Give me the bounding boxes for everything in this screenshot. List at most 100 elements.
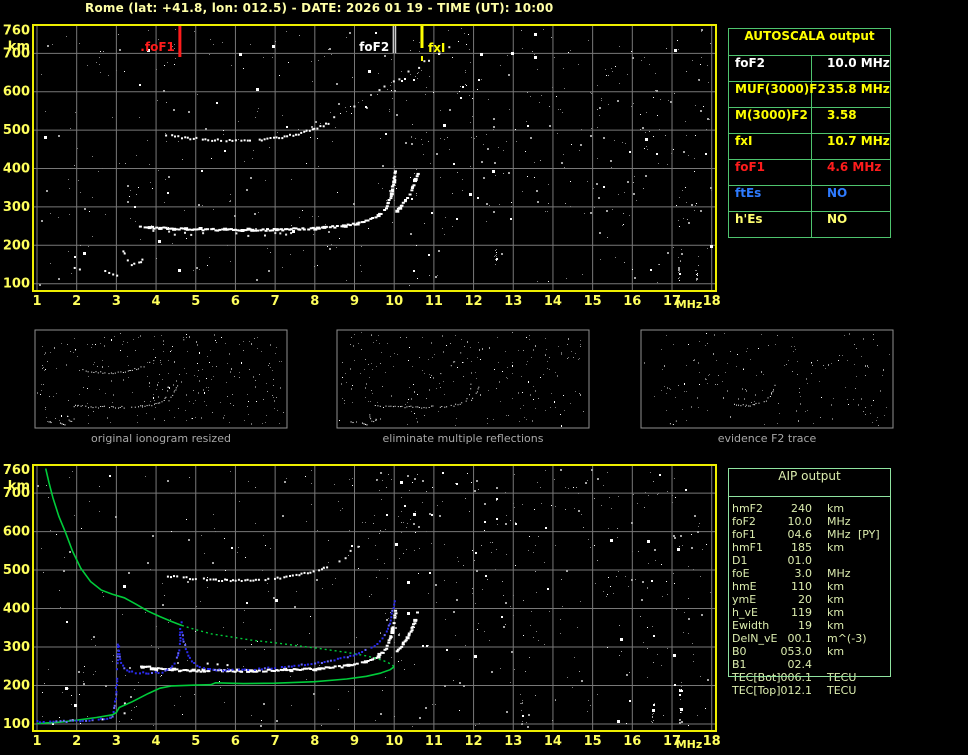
aip-row-B1: B1 02.4 xyxy=(732,658,892,671)
noise-speckle xyxy=(39,28,713,286)
aip-param-value: 240 xyxy=(791,502,812,515)
marker-foF1: .foF1 xyxy=(140,26,182,57)
x-tick-label: 9 xyxy=(350,294,359,309)
aip-param-unit: km xyxy=(827,606,845,619)
aip-row-D1: D1 01.0 xyxy=(732,554,892,567)
x-tick-label: 4 xyxy=(152,294,161,309)
aip-row-foF2: foF2 10.0 MHz xyxy=(732,515,892,528)
autoscala-output-table: AUTOSCALA output foF2 10.0 MHz MUF(3000)F2… xyxy=(728,28,891,238)
aip-param-label: B1 xyxy=(732,658,747,671)
parameter-value: NO xyxy=(827,186,848,200)
profile-topside-dotted xyxy=(181,624,395,668)
aip-row-Ewidth: Ewidth 19 km xyxy=(732,619,892,632)
aip-output-rows: hmF2 240 km foF2 10.0 MHz foF1 04.6 MHz [PY] hmF1 1… xyxy=(732,502,892,697)
aip-param-value: 02.4 xyxy=(787,658,813,671)
x-tick-label: 1 xyxy=(32,734,41,749)
aip-row-foE: foE 3.0 MHz xyxy=(732,567,892,580)
aip-row-B0: B0 053.0 km xyxy=(732,645,892,658)
aip-param-label: foF2 xyxy=(732,515,756,528)
axis-labels: 1 2 3 4 5 6 7 8 9 10 11 12 13 14 15 16 17 18MHz7607006005… xyxy=(3,23,721,311)
e-region-hook xyxy=(122,250,144,267)
x-tick-label: 5 xyxy=(191,734,200,749)
y-tick-label: 600 xyxy=(3,85,30,100)
x-tick-label: 8 xyxy=(310,734,319,749)
autoscala-row-foF2: foF2 10.0 MHz xyxy=(729,56,890,82)
aip-param-unit: km xyxy=(827,645,845,658)
aip-box-bottom-border xyxy=(728,676,891,677)
aip-row-hmF2: hmF2 240 km xyxy=(732,502,892,515)
f-bits xyxy=(206,662,229,667)
y-tick-label: 200 xyxy=(3,679,30,694)
x-tick-label: 15 xyxy=(584,294,602,309)
autoscala-table-rows: foF2 10.0 MHz MUF(3000)F2 35.8 MHz M(3000)F2… xyxy=(729,56,890,237)
aip-param-label: foE xyxy=(732,567,750,580)
autoscala-row-hEs: h'Es NO xyxy=(729,212,890,237)
parameter-label: MUF(3000)F2 xyxy=(729,82,826,107)
marker-foF2: foF2 xyxy=(359,26,397,54)
parameter-value: 10.0 MHz xyxy=(827,56,890,70)
x-tick-label: 6 xyxy=(231,734,240,749)
parameter-label: M(3000)F2 xyxy=(729,108,812,133)
aip-param-label: hmE xyxy=(732,580,757,593)
x-tick-label: 12 xyxy=(465,294,483,309)
aip-param-label: foF1 xyxy=(732,528,756,541)
aip-param-unit: MHz xyxy=(827,567,851,580)
x-tick-label: 6 xyxy=(231,294,240,309)
aip-param-unit: m^(-3) xyxy=(827,632,867,645)
y-tick-label: 100 xyxy=(3,277,30,292)
aip-param-value: 119 xyxy=(791,606,812,619)
aip-param-value: 053.0 xyxy=(780,645,813,658)
aip-param-unit: km xyxy=(827,502,845,515)
thumbnail-caption-eliminate: eliminate multiple reflections xyxy=(382,432,544,445)
aip-row-DelN_vE: DelN_vE 00.1 m^(-3) xyxy=(732,632,892,645)
plot-border xyxy=(32,24,717,292)
y-axis-unit-label: km xyxy=(8,39,30,54)
x-tick-label: 8 xyxy=(310,294,319,309)
aip-param-value: 110 xyxy=(791,580,812,593)
aip-param-label: hmF1 xyxy=(732,541,764,554)
aip-param-value: 19 xyxy=(798,619,812,632)
x-axis-unit-label: MHz xyxy=(676,738,703,751)
x-tick-label: 18 xyxy=(703,294,721,309)
x-tick-label: 5 xyxy=(191,294,200,309)
thumbnail-2 xyxy=(336,329,590,429)
y-tick-label: 400 xyxy=(3,162,30,177)
parameter-value: 35.8 MHz xyxy=(827,82,890,96)
aip-param-value: 00.1 xyxy=(787,632,813,645)
marker-fxI: fxI xyxy=(420,26,445,61)
station-title: Rome (lat: +41.8, lon: 012.5) - DATE: 20… xyxy=(85,1,554,15)
thumbnail-1 xyxy=(34,329,288,429)
y-tick-label: 200 xyxy=(3,238,30,253)
aip-param-unit: TECU xyxy=(827,684,857,697)
thumbnail-caption-original: original ionogram resized xyxy=(91,432,231,445)
aip-param-unit: km xyxy=(827,593,845,606)
x-tick-label: 3 xyxy=(112,734,121,749)
aip-param-value: 01.0 xyxy=(787,554,813,567)
x-tick-label: 18 xyxy=(703,734,721,749)
autoscala-table-header: AUTOSCALA output xyxy=(729,29,890,56)
aip-param-unit: TECU xyxy=(827,671,857,684)
y-tick-label: 300 xyxy=(3,640,30,655)
f-trace-ordinary xyxy=(138,170,397,232)
y-tick-label: 400 xyxy=(3,602,30,617)
aip-param-value: 3.0 xyxy=(794,567,813,580)
x-tick-label: 4 xyxy=(152,734,161,749)
y-tick-label: 760 xyxy=(3,463,30,478)
aip-param-value: 10.0 xyxy=(787,515,813,528)
x-tick-label: 13 xyxy=(504,294,522,309)
x-tick-label: 11 xyxy=(425,294,443,309)
x-tick-label: 7 xyxy=(271,294,280,309)
parameter-label: fxI xyxy=(729,134,812,159)
aip-param-label: D1 xyxy=(732,554,748,567)
aip-row-TECTop: TEC[Top] 012.1 TECU xyxy=(732,684,892,697)
x-tick-label: 16 xyxy=(623,734,641,749)
aip-param-value: 185 xyxy=(791,541,812,554)
marker-label: foF2 xyxy=(359,40,389,54)
y-tick-label: 760 xyxy=(3,23,30,38)
aip-box-header: AIP output xyxy=(729,469,890,497)
autoscala-row-ftEs: ftEs NO xyxy=(729,186,890,212)
autoscala-row-M3000F2: M(3000)F2 3.58 xyxy=(729,108,890,134)
x-tick-label: 7 xyxy=(271,734,280,749)
y-tick-label: 500 xyxy=(3,563,30,578)
x-tick-label: 2 xyxy=(72,734,81,749)
